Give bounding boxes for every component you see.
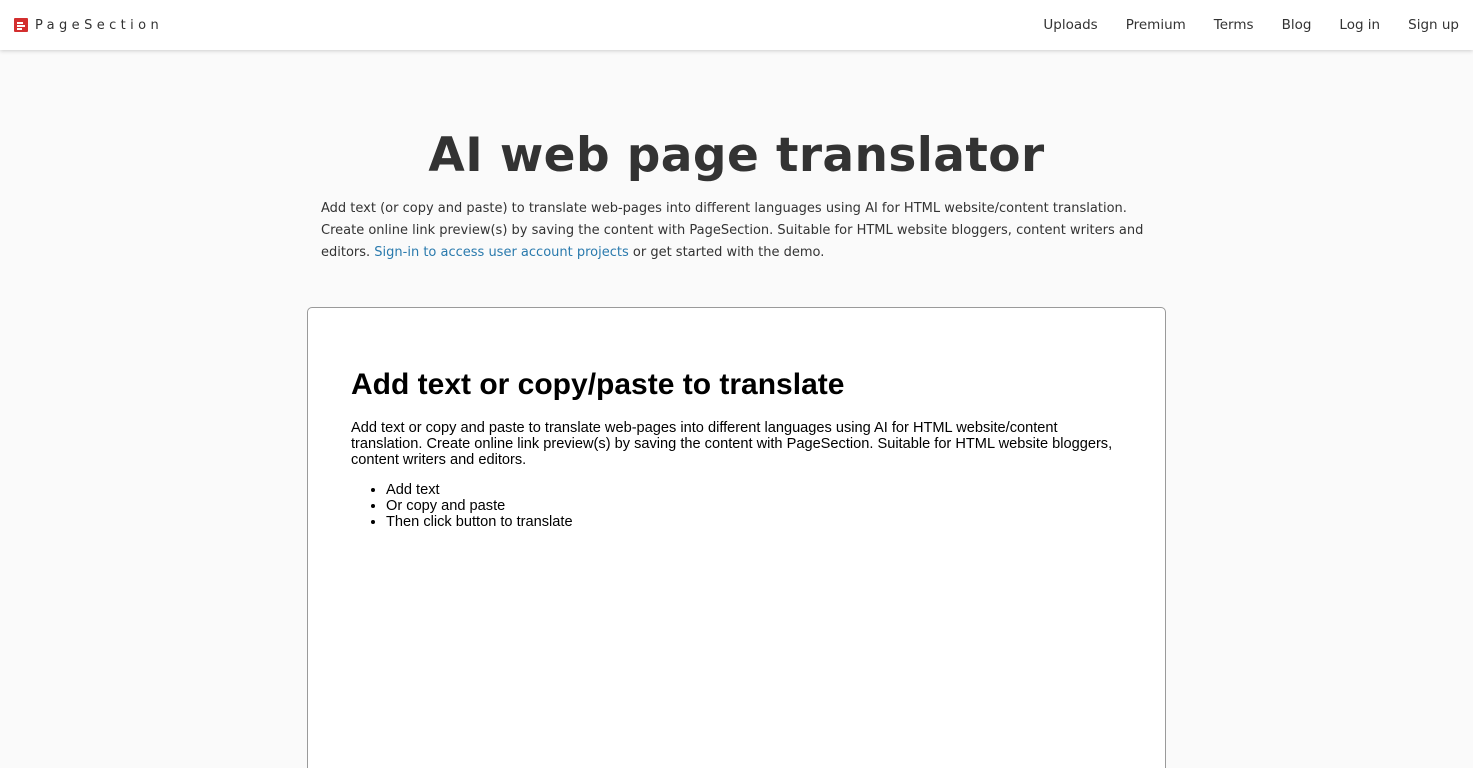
pagesection-logo-icon [14,18,28,32]
nav-login-link[interactable]: Log in [1339,17,1380,33]
list-item: Or copy and paste [386,498,1131,514]
nav-uploads-link[interactable]: Uploads [1043,17,1097,33]
page-title: AI web page translator [428,128,1045,183]
list-item: Add text [386,482,1131,498]
editor-content[interactable]: Add text or copy/paste to translate Add … [351,364,1131,530]
nav-terms-link[interactable]: Terms [1214,17,1254,33]
description-end-text: or get started with the demo. [628,245,825,260]
signin-projects-link[interactable]: Sign-in to access user account projects [374,245,628,260]
page-description: Add text (or copy and paste) to translat… [321,198,1153,264]
brand-name: PageSection [35,17,164,33]
translate-editor[interactable]: Add text or copy/paste to translate Add … [307,307,1166,768]
list-item: Then click button to translate [386,514,1131,530]
top-navbar: PageSection Uploads Premium Terms Blog L… [0,0,1473,50]
main-nav: Uploads Premium Terms Blog Log in Sign u… [1015,0,1459,50]
editor-paragraph: Add text or copy and paste to translate … [351,420,1113,468]
nav-signup-link[interactable]: Sign up [1408,17,1459,33]
nav-blog-link[interactable]: Blog [1282,17,1312,33]
editor-list: Add text Or copy and paste Then click bu… [351,482,1131,530]
editor-heading: Add text or copy/paste to translate [351,368,845,401]
brand-logo[interactable]: PageSection [14,15,163,35]
nav-premium-link[interactable]: Premium [1126,17,1186,33]
